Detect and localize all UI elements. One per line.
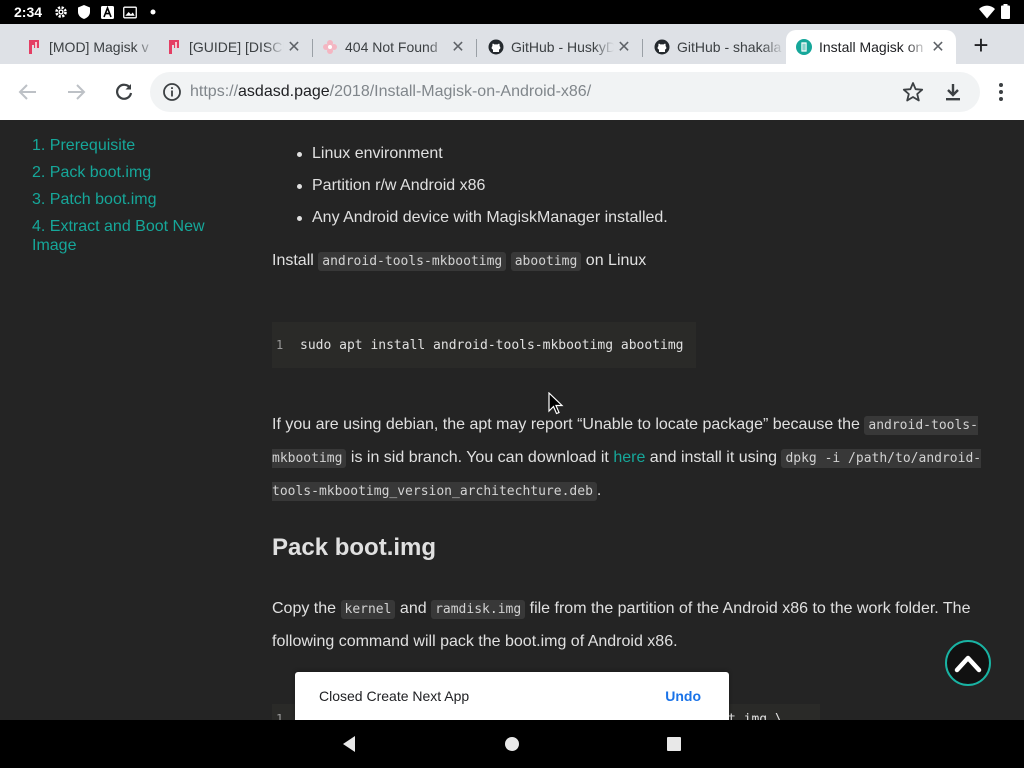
tab-title: GitHub - shakala <box>677 39 782 55</box>
github-icon <box>488 39 504 55</box>
browser-toolbar: https://asdasd.page/2018/Install-Magisk-… <box>0 64 1024 120</box>
list-item: Linux environment <box>292 138 668 170</box>
inline-code: android-tools-mkbootimg <box>318 252 507 271</box>
text: and <box>399 600 427 617</box>
status-time: 2:34 <box>14 4 43 20</box>
text: Copy the <box>272 600 337 617</box>
wifi-icon <box>979 5 995 22</box>
url-path: /2018/Install-Magisk-on-Android-x86/ <box>329 83 592 100</box>
url-scheme: https:// <box>190 83 239 100</box>
tab-github-shakala[interactable]: GitHub - shakala <box>644 30 784 64</box>
toc-item-prerequisite[interactable]: 1. Prerequisite <box>32 136 222 155</box>
tab-title: [GUIDE] [DISCUS <box>189 39 284 55</box>
here-link[interactable]: here <box>613 449 645 466</box>
mouse-cursor-icon <box>548 391 564 416</box>
scroll-to-top-button[interactable] <box>945 640 991 686</box>
line-number: 1 <box>276 712 284 720</box>
back-nav-icon[interactable] <box>338 733 360 755</box>
table-of-contents: 1. Prerequisite 2. Pack boot.img 3. Patc… <box>32 136 222 263</box>
gear-icon <box>54 5 68 19</box>
text: . <box>596 482 602 499</box>
code-line: t.img \ <box>728 712 783 720</box>
toc-item-patch-boot[interactable]: 3. Patch boot.img <box>32 190 222 209</box>
code-block: 1 sudo apt install android-tools-mkbooti… <box>272 322 696 368</box>
text: Install <box>272 252 314 269</box>
url-host: asdasd.page <box>238 83 330 100</box>
toc-item-pack-boot[interactable]: 2. Pack boot.img <box>32 163 222 182</box>
tab-title: Install Magisk on <box>819 39 924 55</box>
inline-code: ramdisk.img <box>431 600 526 619</box>
code-line: sudo apt install android-tools-mkbootimg… <box>300 337 684 353</box>
reload-button[interactable] <box>110 78 138 106</box>
tab-title: 404 Not Found <box>345 39 438 55</box>
close-icon[interactable]: ✕ <box>448 37 468 57</box>
tab-guide-discussion[interactable]: [GUIDE] [DISCUS ✕ <box>156 30 313 64</box>
navigation-bar <box>0 720 1024 768</box>
snackbar-message: Closed Create Next App <box>319 688 470 704</box>
close-icon[interactable]: ✕ <box>614 37 634 57</box>
list-item: Any Android device with MagiskManager in… <box>292 202 668 234</box>
web-page: 1. Prerequisite 2. Pack boot.img 3. Patc… <box>0 120 1024 720</box>
home-nav-icon[interactable] <box>501 733 523 755</box>
github-icon <box>654 39 670 55</box>
forward-button[interactable] <box>62 78 90 106</box>
copy-paragraph: Copy the kernel and ramdisk.img file fro… <box>272 593 982 658</box>
tab-github-huskyd[interactable]: GitHub - HuskyD ✕ <box>478 30 643 64</box>
tab-title: [MOD] Magisk v <box>49 39 149 55</box>
section-heading: Pack boot.img <box>272 534 437 561</box>
xda-icon <box>166 39 182 55</box>
battery-icon <box>1001 4 1010 22</box>
tab-separator <box>642 39 643 57</box>
inline-code: kernel <box>340 600 396 619</box>
line-number: 1 <box>276 338 284 352</box>
tab-strip: [MOD] Magisk v [GUIDE] [DISCUS ✕ 404 Not… <box>0 24 1024 64</box>
inline-code: abootimg <box>510 252 582 271</box>
menu-button[interactable] <box>987 78 1015 106</box>
info-icon[interactable] <box>162 82 182 102</box>
text: is in sid branch. You can download it <box>350 449 609 466</box>
a-icon <box>100 5 114 19</box>
download-button[interactable] <box>939 78 967 106</box>
tab-magisk-mod[interactable]: [MOD] Magisk v <box>16 30 156 64</box>
recents-nav-icon[interactable] <box>663 733 685 755</box>
xda-icon <box>26 39 42 55</box>
text: and install it using <box>649 449 777 466</box>
undo-button[interactable]: Undo <box>665 688 701 704</box>
dot-icon <box>146 5 160 19</box>
flower-icon <box>322 39 338 55</box>
tab-separator <box>476 39 477 57</box>
close-icon[interactable]: ✕ <box>284 37 304 57</box>
tab-title: GitHub - HuskyD <box>511 39 614 55</box>
new-tab-button[interactable]: + <box>966 30 996 60</box>
close-icon[interactable]: ✕ <box>928 37 948 57</box>
shield-icon <box>77 5 91 19</box>
bookmark-star-button[interactable] <box>899 78 927 106</box>
prerequisite-list: Linux environment Partition r/w Android … <box>292 138 668 234</box>
tab-404-not-found[interactable]: 404 Not Found ✕ <box>312 30 477 64</box>
back-button[interactable] <box>14 78 42 106</box>
address-bar[interactable]: https://asdasd.page/2018/Install-Magisk-… <box>150 72 980 112</box>
site-icon <box>796 39 812 55</box>
toc-item-extract-boot[interactable]: 4. Extract and Boot New Image <box>32 217 222 255</box>
install-paragraph: Install android-tools-mkbootimg abootimg… <box>272 245 982 278</box>
debian-paragraph: If you are using debian, the apt may rep… <box>272 409 982 508</box>
snackbar: Closed Create Next App Undo <box>295 672 729 720</box>
status-bar: 2:34 <box>0 0 1024 24</box>
tab-install-magisk[interactable]: Install Magisk on ✕ <box>786 30 956 64</box>
text: on Linux <box>585 252 647 269</box>
list-item: Partition r/w Android x86 <box>292 170 668 202</box>
photo-icon <box>123 5 137 19</box>
text: If you are using debian, the apt may rep… <box>272 416 860 433</box>
